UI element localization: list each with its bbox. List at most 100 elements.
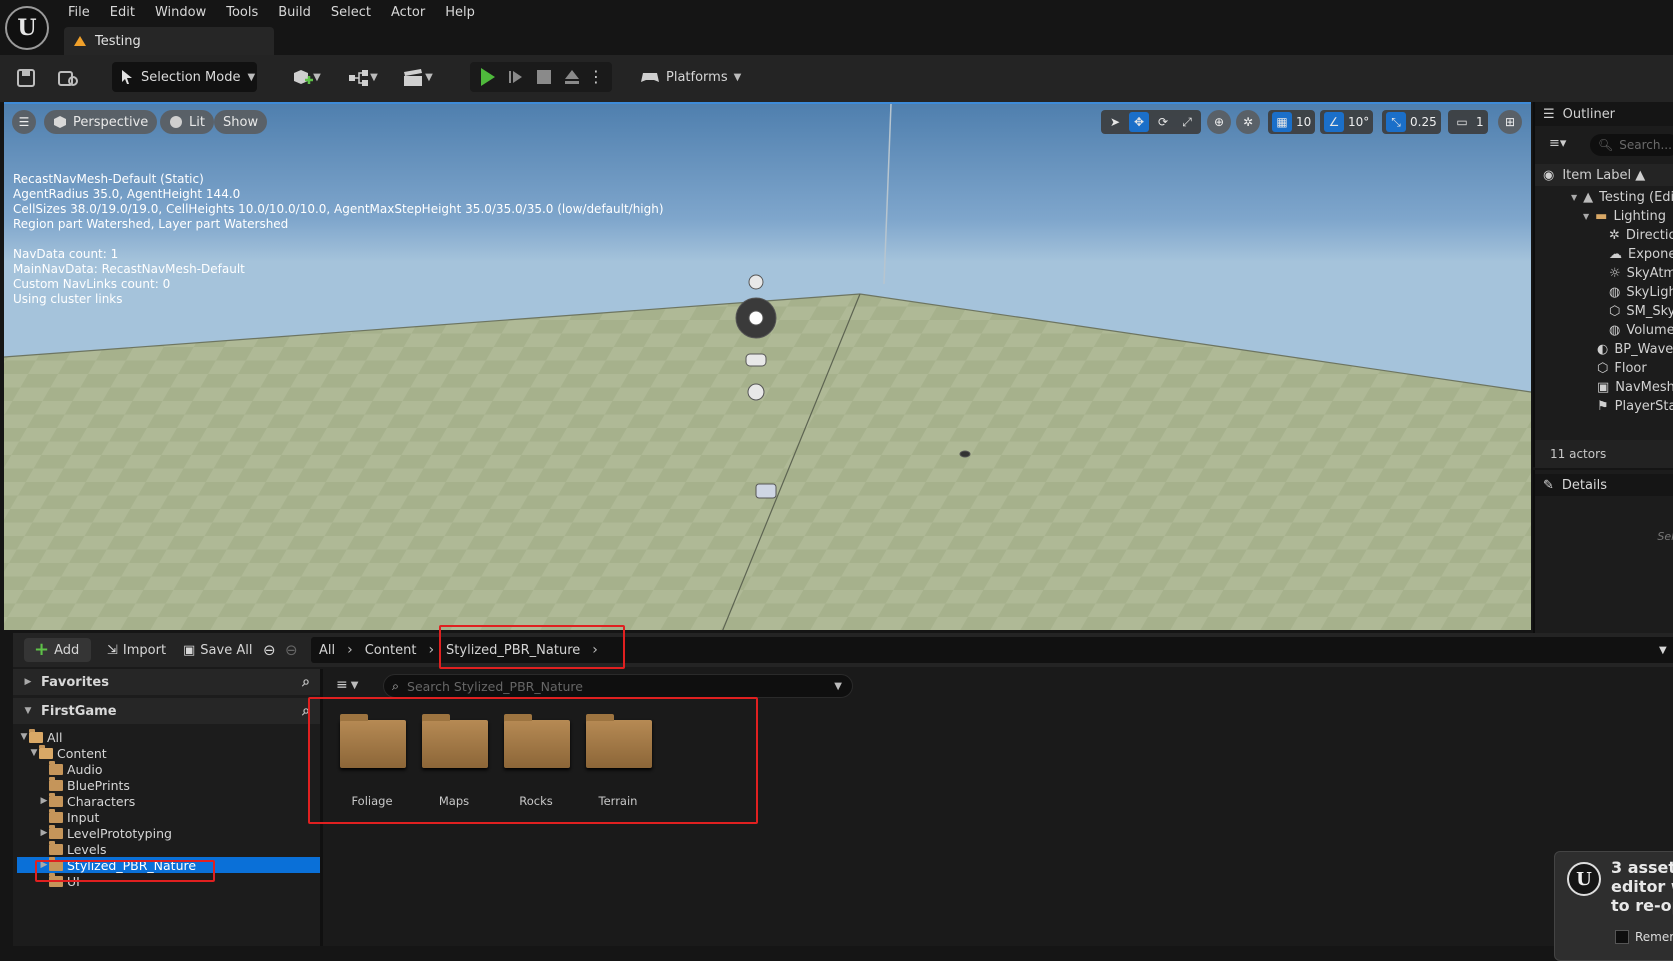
chevron-down-icon[interactable]: ▼ xyxy=(1659,638,1667,662)
chevron-down-icon[interactable]: ▼ xyxy=(1583,212,1589,221)
grid-snap-toggle[interactable]: ▦ 10 xyxy=(1268,110,1316,134)
camera-speed-button[interactable]: ▭ 1 xyxy=(1448,110,1488,134)
outliner-column-header[interactable]: ◉ Item Label ▲ xyxy=(1535,164,1673,186)
outliner-search-input[interactable]: 🔍︎ Search... xyxy=(1590,134,1673,156)
select-cursor-icon[interactable]: ➤ xyxy=(1105,112,1125,132)
outliner-item[interactable]: ◍ Volumet xyxy=(1535,320,1673,340)
view-mode-button[interactable]: Lit xyxy=(160,110,214,134)
tree-item-content[interactable]: ▼ Content xyxy=(17,744,320,761)
import-button[interactable]: ⇲ Import xyxy=(107,638,166,662)
translate-icon[interactable]: ✥ xyxy=(1129,112,1149,132)
asset-folder-foliage[interactable]: Foliage xyxy=(332,712,412,812)
outliner-item[interactable]: ▣ NavMeshB xyxy=(1535,377,1673,397)
outliner-item[interactable]: ✲ Directio xyxy=(1535,225,1673,245)
asset-search-input[interactable]: ⌕ Search Stylized_PBR_Nature ▼ xyxy=(383,674,853,698)
stop-icon[interactable] xyxy=(532,62,556,91)
rotation-snap-toggle[interactable]: ∠ 10° xyxy=(1320,110,1374,134)
filter-icon[interactable]: ≡▾ xyxy=(1549,136,1566,151)
eye-icon[interactable]: ◉ xyxy=(1543,168,1554,183)
menu-file[interactable]: File xyxy=(58,3,100,23)
chevron-right-icon[interactable]: › xyxy=(428,642,434,658)
selection-mode-dropdown[interactable]: Selection Mode ▼ xyxy=(112,62,257,92)
history-back-icon[interactable]: ⊖ xyxy=(263,638,276,662)
asset-label: Rocks xyxy=(519,794,553,808)
outliner-item[interactable]: ☁ Exponen xyxy=(1535,244,1673,264)
outliner-item[interactable]: ☼ SkyAtmo xyxy=(1535,263,1673,283)
menu-actor[interactable]: Actor xyxy=(381,3,435,23)
details-tab[interactable]: ✎ Details xyxy=(1535,474,1673,496)
chevron-down-icon[interactable]: ▼ xyxy=(1571,193,1577,202)
history-forward-icon[interactable]: ⊖ xyxy=(285,638,298,662)
search-icon[interactable]: ⌕ xyxy=(302,674,310,690)
asset-folder-terrain[interactable]: Terrain xyxy=(578,712,658,812)
outliner-item[interactable]: ⬡ SM_Sky xyxy=(1535,301,1673,321)
outliner-tab[interactable]: ☰ Outliner xyxy=(1535,102,1673,126)
tree-item-all[interactable]: ▼ All xyxy=(17,728,320,745)
rotate-icon[interactable]: ⟳ xyxy=(1153,112,1173,132)
tree-item-stylized-pbr-nature[interactable]: ▶ Stylized_PBR_Nature xyxy=(17,856,320,873)
unreal-logo-icon[interactable]: U xyxy=(5,6,49,50)
menu-help[interactable]: Help xyxy=(435,3,485,23)
tree-item-audio[interactable]: Audio xyxy=(17,760,320,777)
add-button[interactable]: + Add xyxy=(24,638,91,662)
menu-window[interactable]: Window xyxy=(145,3,216,23)
menu-build[interactable]: Build xyxy=(268,3,321,23)
browse-content-icon[interactable] xyxy=(56,63,82,92)
scale-snap-toggle[interactable]: ⤡ 0.25 xyxy=(1382,110,1441,134)
scale-icon[interactable]: ⤢ xyxy=(1177,112,1197,132)
tree-item-ui[interactable]: UI xyxy=(17,872,320,889)
outliner-item[interactable]: ▼ ▬ Lighting xyxy=(1535,206,1673,226)
favorites-header[interactable]: ▶ Favorites ⌕ xyxy=(13,669,320,695)
outliner-item[interactable]: ▼ ▲ Testing (Edit xyxy=(1535,187,1673,207)
outliner-item[interactable]: ◍ SkyLigh xyxy=(1535,282,1673,302)
eject-icon[interactable] xyxy=(560,62,584,91)
show-button[interactable]: Show xyxy=(214,110,268,134)
chevron-right-icon[interactable]: ▶ xyxy=(39,796,49,806)
blueprint-button[interactable]: ▼ xyxy=(343,63,383,92)
notification-toast[interactable]: U 3 asset e editor wa to re-ope Remem xyxy=(1554,851,1673,961)
filter-icon[interactable]: ≡ ▼ xyxy=(336,677,358,693)
tree-item-characters[interactable]: ▶ Characters xyxy=(17,792,320,809)
breadcrumb-current[interactable]: Stylized_PBR_Nature xyxy=(446,643,580,658)
chevron-right-icon[interactable]: › xyxy=(347,642,353,658)
outliner-item[interactable]: ⚑ PlayerStar xyxy=(1535,396,1673,416)
advance-frame-icon[interactable] xyxy=(504,62,528,91)
world-local-icon[interactable]: ⊕ xyxy=(1207,110,1231,134)
viewport-layout-icon[interactable]: ⊞ xyxy=(1498,110,1522,134)
viewport-menu-icon[interactable]: ☰ xyxy=(12,110,36,134)
asset-folder-maps[interactable]: Maps xyxy=(414,712,494,812)
tree-item-input[interactable]: Input xyxy=(17,808,320,825)
play-button[interactable] xyxy=(476,62,500,91)
save-icon[interactable] xyxy=(14,63,38,92)
cinematics-button[interactable]: ▼ xyxy=(398,63,438,92)
surface-snap-icon[interactable]: ✲ xyxy=(1236,110,1260,134)
platforms-dropdown[interactable]: Platforms ▼ xyxy=(640,62,741,92)
chevron-down-icon[interactable]: ▼ xyxy=(19,732,29,742)
breadcrumb-all[interactable]: All xyxy=(319,643,335,658)
add-actor-button[interactable]: ▼ xyxy=(286,63,326,92)
more-options-icon[interactable]: ⋮ xyxy=(586,62,606,91)
tree-item-blueprints[interactable]: BluePrints xyxy=(17,776,320,793)
tree-item-levelprototyping[interactable]: ▶ LevelPrototyping xyxy=(17,824,320,841)
chevron-down-icon[interactable]: ▼ xyxy=(29,748,39,758)
remember-checkbox[interactable]: Remem xyxy=(1615,930,1673,944)
outliner-item[interactable]: ⬡ Floor xyxy=(1535,358,1673,378)
breadcrumb-content[interactable]: Content xyxy=(365,643,417,658)
search-icon[interactable]: ⌕ xyxy=(302,703,310,719)
chevron-down-icon[interactable]: ▼ xyxy=(834,681,842,692)
menu-edit[interactable]: Edit xyxy=(100,3,145,23)
outliner-item[interactable]: ◐ BP_WaveS xyxy=(1535,339,1673,359)
level-viewport[interactable]: ☰ Perspective Lit Show ➤ ✥ ⟳ ⤢ ⊕ ✲ ▦ 10 … xyxy=(4,102,1531,630)
perspective-button[interactable]: Perspective xyxy=(44,110,158,134)
rotation-snap-value: 10° xyxy=(1348,115,1370,129)
menu-select[interactable]: Select xyxy=(321,3,381,23)
project-header[interactable]: ▼ FirstGame ⌕ xyxy=(13,698,320,724)
level-tab[interactable]: Testing xyxy=(64,27,274,55)
chevron-right-icon[interactable]: ▶ xyxy=(39,828,49,838)
tree-item-levels[interactable]: Levels xyxy=(17,840,320,857)
chevron-right-icon[interactable]: ▶ xyxy=(39,860,49,870)
save-all-button[interactable]: ▣ Save All xyxy=(183,638,252,662)
chevron-right-icon[interactable]: › xyxy=(592,642,598,658)
asset-folder-rocks[interactable]: Rocks xyxy=(496,712,576,812)
menu-tools[interactable]: Tools xyxy=(216,3,268,23)
